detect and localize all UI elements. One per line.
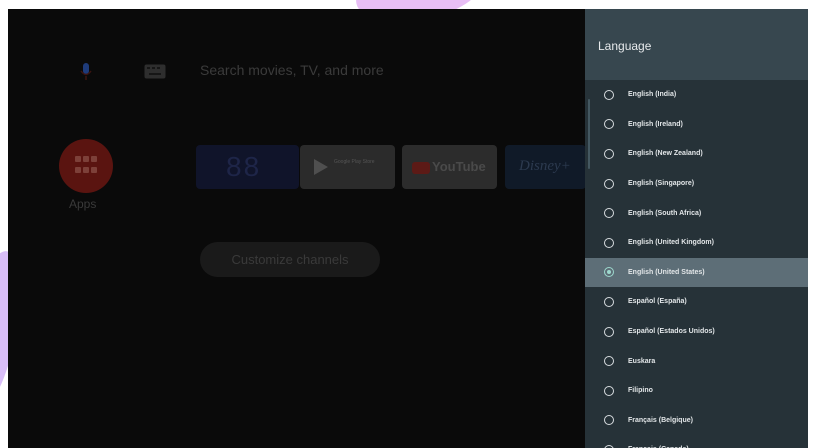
app-card-youtube[interactable]: YouTube xyxy=(402,145,497,189)
language-option[interactable]: English (United States) xyxy=(585,257,808,288)
home-screen-dimmed: Search movies, TV, and more Apps 88 Goog… xyxy=(8,9,586,448)
language-option-label: English (United Kingdom) xyxy=(628,239,714,247)
radio-unselected-icon[interactable] xyxy=(604,385,614,396)
language-option[interactable]: Filipino xyxy=(585,376,808,406)
language-option[interactable]: English (Singapore) xyxy=(585,169,808,199)
app-card-88[interactable]: 88 xyxy=(196,145,299,189)
tv-screen: Search movies, TV, and more Apps 88 Goog… xyxy=(8,9,808,448)
youtube-icon xyxy=(412,162,430,174)
radio-selected-icon[interactable] xyxy=(604,267,614,278)
language-option[interactable]: English (India) xyxy=(585,80,808,110)
panel-title: Language xyxy=(598,39,652,53)
language-option[interactable]: Français (Belgique) xyxy=(585,406,808,436)
play-store-label: Google Play Store xyxy=(334,159,375,165)
language-option[interactable]: Español (Estados Unidos) xyxy=(585,317,808,347)
card-88-logo: 88 xyxy=(226,151,262,182)
apps-grid-icon xyxy=(75,156,97,176)
language-option-label: Filipino xyxy=(628,387,653,395)
radio-unselected-icon[interactable] xyxy=(604,415,614,426)
app-card-google-play[interactable]: Google Play Store xyxy=(300,145,395,189)
language-option-label: Euskara xyxy=(628,357,656,365)
radio-unselected-icon[interactable] xyxy=(604,119,614,130)
youtube-label: YouTube xyxy=(432,159,486,174)
language-option-label: Français (Belgique) xyxy=(628,416,693,424)
search-bar-text[interactable]: Search movies, TV, and more xyxy=(200,62,384,78)
language-option[interactable]: Euskara xyxy=(585,346,808,376)
language-option-label: English (New Zealand) xyxy=(628,150,703,158)
app-card-disney-plus[interactable]: Disney+ xyxy=(505,145,586,189)
radio-unselected-icon[interactable] xyxy=(604,326,614,337)
radio-unselected-icon[interactable] xyxy=(604,148,614,159)
apps-label: Apps xyxy=(69,197,97,211)
keyboard-icon[interactable] xyxy=(144,64,166,79)
language-option-label: English (Ireland) xyxy=(628,120,683,128)
language-list: English (India) English (Ireland) English … xyxy=(585,80,808,448)
language-option-label: English (United States) xyxy=(628,268,705,276)
radio-unselected-icon[interactable] xyxy=(604,356,614,367)
radio-unselected-icon[interactable] xyxy=(604,237,614,248)
language-option-label: English (Singapore) xyxy=(628,180,695,188)
language-panel-header: Language xyxy=(585,9,808,80)
language-option[interactable]: English (Ireland) xyxy=(585,110,808,140)
language-option[interactable]: Español (España) xyxy=(585,287,808,317)
language-option-label: English (South Africa) xyxy=(628,209,702,217)
radio-unselected-icon[interactable] xyxy=(604,208,614,219)
language-option[interactable]: English (New Zealand) xyxy=(585,139,808,169)
language-option-label: English (India) xyxy=(628,91,677,99)
radio-unselected-icon[interactable] xyxy=(604,89,614,100)
play-store-icon xyxy=(314,159,328,175)
apps-button[interactable] xyxy=(59,139,113,193)
disney-logo: Disney+ xyxy=(519,158,571,174)
microphone-icon[interactable] xyxy=(79,62,93,82)
customize-channels-button[interactable]: Customize channels xyxy=(200,242,380,277)
radio-unselected-icon[interactable] xyxy=(604,178,614,189)
language-option[interactable]: Français (Canada) xyxy=(585,435,808,448)
language-option[interactable]: English (United Kingdom) xyxy=(585,228,808,258)
radio-unselected-icon[interactable] xyxy=(604,296,614,307)
language-option-label: Español (España) xyxy=(628,298,687,306)
language-panel: Language English (India) English (Ireland… xyxy=(585,9,808,448)
language-option-label: Español (Estados Unidos) xyxy=(628,328,715,336)
language-option[interactable]: English (South Africa) xyxy=(585,198,808,228)
